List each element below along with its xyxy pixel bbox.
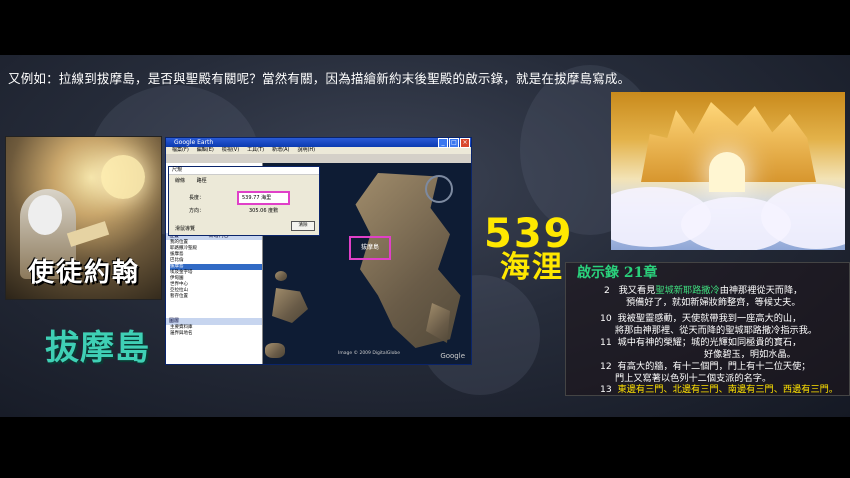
distance-number: 539: [484, 211, 574, 257]
layers-tree: 主要資料庫 邊界與地名: [166, 325, 262, 337]
length-field[interactable]: 539.77 海里: [237, 191, 290, 205]
tree-item[interactable]: 邊界與地名: [170, 331, 262, 337]
patmos-map-label[interactable]: 拔摩島: [349, 236, 391, 260]
length-label: 長度：: [189, 195, 205, 201]
heavenly-city-painting: [611, 92, 845, 250]
heading-label: 方向：: [189, 208, 205, 214]
google-earth-window: Google Earth _ □ × 檔案(F) 編輯(E) 檢視(V) 工具(…: [165, 137, 472, 365]
layers-panel-head[interactable]: 圖層: [166, 318, 262, 325]
verse-line: 2 我又看見聖城新耶路撒冷由神那裡從天而降，: [604, 285, 803, 296]
navigation-control-icon[interactable]: [425, 175, 453, 203]
menu-tools[interactable]: 工具(T): [247, 147, 264, 154]
island-shape: [275, 271, 287, 281]
close-icon[interactable]: ×: [460, 138, 470, 148]
menu-file[interactable]: 檔案(F): [172, 147, 189, 154]
island-shape: [265, 343, 285, 358]
patmos-label: 拔摩島: [45, 328, 150, 368]
apostle-john-title: 使徒約翰: [28, 258, 141, 288]
menu-view[interactable]: 檢視(V): [222, 147, 239, 154]
verse-line: 預備好了，就如新婦妝飾整齊，等候丈夫。: [626, 297, 801, 308]
window-titlebar: Google Earth _ □ ×: [166, 138, 471, 148]
verse-line: 好像碧玉，明如水晶。: [704, 349, 796, 360]
island-shape: [355, 173, 461, 348]
verse-line: 10 我被聖靈感動，天使就帶我到一座高大的山，: [600, 313, 802, 324]
verse-line: 將那由神那裡、從天而降的聖城耶路撒冷指示我。: [615, 325, 818, 336]
ruler-dialog: 尺規 線條 路徑 長度： 539.77 海里 方向： 305.06 度數 滑鼠導…: [168, 166, 320, 236]
map-copyright: Image © 2009 DigitalGlobe: [338, 351, 401, 356]
verse-line: 13 東邊有三門、北邊有三門、南邊有三門、西邊有三門。: [600, 384, 839, 395]
menu-bar: 檔案(F) 編輯(E) 檢視(V) 工具(T) 新增(A) 說明(H): [166, 147, 471, 154]
verse-line: 12 有高大的牆，有十二個門，門上有十二位天使；: [600, 361, 811, 372]
mouse-nav-checkbox[interactable]: 滑鼠導覽: [175, 225, 195, 232]
menu-add[interactable]: 新增(A): [272, 147, 289, 154]
island-shape: [272, 288, 308, 323]
clear-button[interactable]: 清除: [291, 221, 315, 231]
places-tree: 我的位置 耶路撒冷聖殿 拔摩島 巴比倫 拔摩島 埃及金字塔 伊甸園 世界中心 亞…: [166, 240, 262, 300]
revelation-title: 啟示錄 21章: [577, 265, 658, 281]
distance-unit: 海浬: [500, 250, 564, 285]
maximize-icon[interactable]: □: [449, 138, 459, 148]
verse-line: 11 城中有神的榮耀；城的光輝如同極貴的寶石，: [600, 337, 802, 348]
verse-line: 門上又寫著以色列十二個支派的名字。: [615, 373, 772, 384]
slide-caption: 又例如：拉線到拔摩島，是否與聖殿有關呢？當然有關，因為描繪新約末後聖殿的啟示錄，…: [8, 71, 631, 86]
menu-help[interactable]: 說明(H): [297, 147, 315, 154]
google-logo: Google: [440, 352, 465, 360]
dialog-title: 尺規: [169, 167, 319, 175]
window-title: Google Earth: [174, 139, 214, 146]
minimize-icon[interactable]: _: [438, 138, 448, 148]
tab-path[interactable]: 路徑: [197, 178, 207, 184]
heading-value: 305.06 度數: [249, 208, 279, 214]
tab-line[interactable]: 線條: [175, 178, 185, 184]
menu-edit[interactable]: 編輯(E): [197, 147, 214, 154]
